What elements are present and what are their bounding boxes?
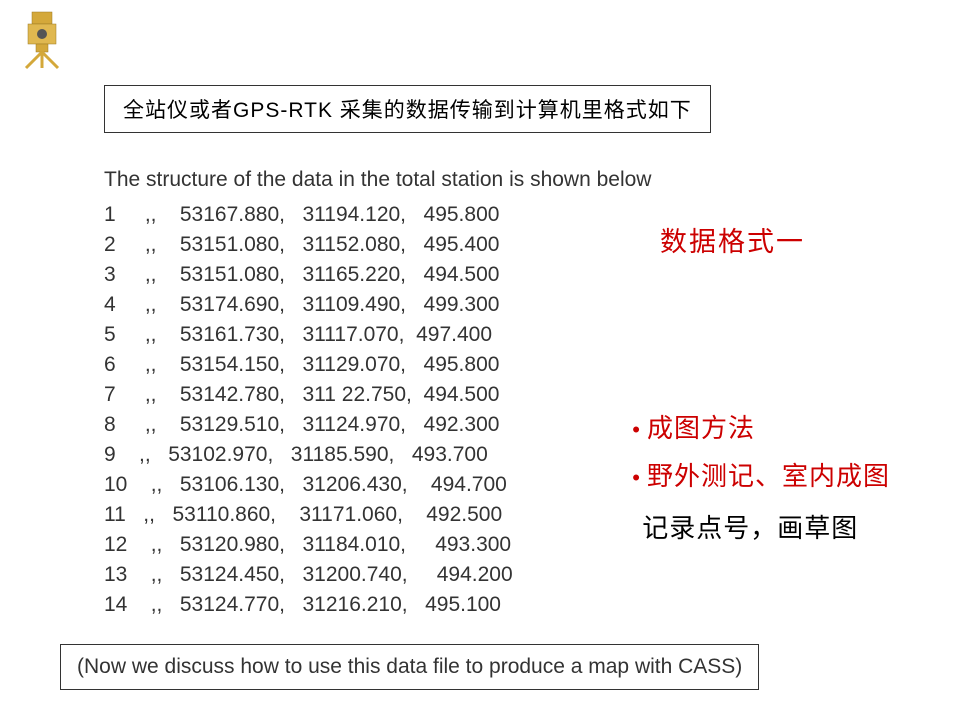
footer-caption: (Now we discuss how to use this data fil… [60,644,759,690]
data-rows-block: 1 ,, 53167.880, 31194.120, 495.800 2 ,, … [104,200,513,620]
total-station-icon [18,10,68,70]
format-label: 数据格式一 [660,220,805,259]
method-title: 成图方法 [647,413,755,443]
method-sub-line: •野外测记、室内成图 [632,453,890,501]
method-block: •成图方法 •野外测记、室内成图 记录点号，画草图 [632,405,890,551]
data-intro-text: The structure of the data in the total s… [104,168,651,192]
method-sub: 野外测记、室内成图 [647,461,890,491]
header-caption: 全站仪或者GPS-RTK 采集的数据传输到计算机里格式如下 [104,85,711,133]
method-title-line: •成图方法 [632,405,890,453]
method-note: 记录点号，画草图 [642,505,890,551]
